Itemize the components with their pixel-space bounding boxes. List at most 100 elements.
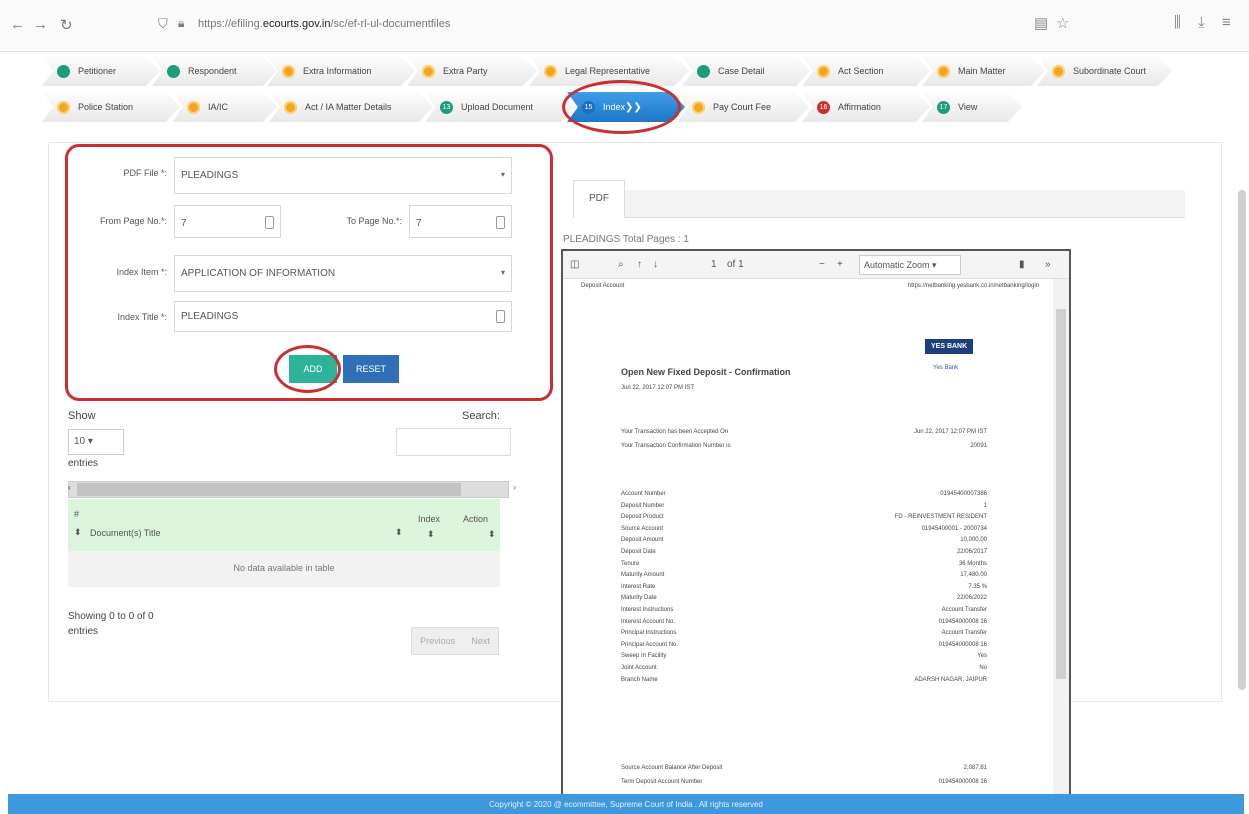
- col-number-header[interactable]: #: [74, 509, 79, 519]
- pdf-file-select[interactable]: PLEADINGS ▾: [174, 157, 512, 194]
- step-affirmation[interactable]: 16 Affirmation: [802, 92, 930, 122]
- search-input[interactable]: [396, 428, 511, 456]
- index-item-select[interactable]: APPLICATION OF INFORMATION ▾: [174, 255, 512, 292]
- entries-length-select[interactable]: 10 ▾: [68, 429, 124, 455]
- col-title-header[interactable]: Document(s) Title: [90, 528, 161, 538]
- spinner-icon[interactable]: [496, 216, 505, 229]
- library-icon[interactable]: ⫼: [1174, 14, 1181, 31]
- step-view[interactable]: 17 View: [922, 92, 1022, 122]
- arrow-up-icon[interactable]: ↑: [637, 259, 642, 270]
- col-action-header[interactable]: Action: [463, 514, 488, 524]
- step-extra-information[interactable]: Extra Information: [267, 56, 415, 86]
- table-horizontal-scrollbar[interactable]: ‹ ›: [68, 481, 516, 498]
- zoom-select[interactable]: Automatic Zoom ▾: [859, 255, 961, 275]
- doc-field-label: Deposit Date: [621, 549, 656, 555]
- page-scrollbar[interactable]: [1238, 190, 1246, 690]
- forward-icon[interactable]: →: [33, 16, 48, 33]
- step-respondent[interactable]: Respondent: [152, 56, 277, 86]
- arrow-down-icon[interactable]: ↓: [653, 259, 658, 270]
- bank-logo: YES BANK: [925, 339, 974, 354]
- zoom-out-icon[interactable]: −: [819, 259, 825, 270]
- step-label: Extra Information: [303, 66, 372, 76]
- col-index-header[interactable]: Index: [418, 514, 440, 524]
- back-icon[interactable]: ←: [10, 16, 25, 33]
- doc-field-value: No: [979, 665, 987, 671]
- step-label: Affirmation: [838, 102, 881, 112]
- search-label: Search:: [462, 410, 500, 422]
- step-upload-document[interactable]: 13 Upload Document: [425, 92, 575, 122]
- sort-icon: ⬍: [488, 529, 496, 539]
- step-police-station[interactable]: Police Station: [42, 92, 180, 122]
- scrollbar-thumb[interactable]: [77, 483, 461, 496]
- pdf-viewer-toolbar: ◫ ⌕ ↑ ↓ 1 of 1 − + Automatic Zoom ▾ ▮ »: [563, 251, 1069, 279]
- doc-field-label: Your Transaction Confirmation Number is: [621, 443, 731, 449]
- scroll-left-icon[interactable]: ‹: [68, 483, 71, 492]
- url-bar[interactable]: https://efiling.ecourts.gov.in/sc/ef-rl-…: [198, 18, 450, 30]
- step-extra-party[interactable]: Extra Party: [407, 56, 537, 86]
- tools-chevron-icon[interactable]: »: [1045, 259, 1051, 270]
- page-count: of 1: [727, 259, 744, 270]
- spinner-icon[interactable]: [265, 216, 274, 229]
- from-page-input[interactable]: 7: [174, 205, 281, 238]
- doc-field-label: Maturity Amount: [621, 572, 665, 579]
- step-label: Subordinate Court: [1073, 66, 1147, 76]
- spinner-icon[interactable]: [496, 310, 505, 323]
- step-pay-court-fee[interactable]: Pay Court Fee: [677, 92, 809, 122]
- next-page-button[interactable]: Next: [471, 636, 490, 646]
- highlight-circle-index-step: [562, 80, 681, 134]
- step-status-icon: [937, 65, 950, 78]
- doc-title: Open New Fixed Deposit - Confirmation: [621, 367, 791, 377]
- entries-label: entries: [68, 458, 99, 469]
- previous-page-button[interactable]: Previous: [420, 636, 455, 646]
- step-status-icon: [57, 65, 70, 78]
- lock-icon[interactable]: 🔒︎: [178, 16, 184, 31]
- search-icon[interactable]: ⌕: [618, 259, 624, 270]
- chevron-down-icon: ▾: [500, 268, 505, 277]
- doc-field-value: 01945400001 - 2000734: [921, 525, 987, 532]
- step-petitioner[interactable]: Petitioner: [42, 56, 160, 86]
- scrollbar-thumb[interactable]: [1056, 309, 1066, 679]
- step-label: Act / IA Matter Details: [305, 102, 392, 112]
- index-title-input[interactable]: PLEADINGS: [174, 301, 512, 332]
- reader-icon[interactable]: ▤: [1034, 14, 1048, 32]
- sort-icon: ⬍: [395, 527, 403, 537]
- doc-field-value: 22/06/2017: [956, 549, 987, 555]
- pdf-page: Deposit Account https://netbanking.yesba…: [577, 281, 1047, 809]
- shield-icon[interactable]: ⛉: [158, 16, 168, 32]
- reload-icon[interactable]: ↻: [60, 16, 73, 34]
- doc-field-label: Account Number: [621, 491, 666, 497]
- to-page-input[interactable]: 7: [409, 205, 512, 238]
- reset-button[interactable]: RESET: [343, 355, 399, 383]
- step-act-ia-matter-details[interactable]: Act / IA Matter Details: [269, 92, 433, 122]
- tab-pdf[interactable]: PDF: [573, 180, 625, 218]
- bookmark-star-icon[interactable]: ☆: [1056, 14, 1069, 32]
- table-header: # ⬍ Document(s) Title ⬍ Index ⬍ Action ⬍: [68, 499, 500, 551]
- sort-icon: ⬍: [74, 527, 82, 537]
- zoom-in-icon[interactable]: +: [837, 259, 843, 270]
- doc-field-label: Maturity Date: [621, 595, 657, 602]
- doc-field-label: Interest Account No.: [621, 618, 676, 625]
- index-item-label: Index Item *:: [116, 267, 167, 277]
- doc-subtitle: Jun 22, 2017 12:07 PM IST: [621, 385, 695, 391]
- bookmark-icon[interactable]: ▮: [1019, 259, 1025, 270]
- doc-field-label: Term Deposit Account Number: [621, 779, 703, 785]
- index-title-label: Index Title *:: [117, 312, 167, 322]
- download-icon[interactable]: ⤓: [1198, 14, 1205, 31]
- doc-field-value: 10,000.00: [960, 537, 987, 544]
- pagination: Previous Next: [411, 627, 499, 655]
- to-page-value: 7: [416, 218, 422, 229]
- sidebar-toggle-icon[interactable]: ◫: [570, 259, 579, 270]
- step-act-section[interactable]: Act Section: [802, 56, 930, 86]
- scroll-right-icon[interactable]: ›: [513, 483, 516, 492]
- step-subordinate-court[interactable]: Subordinate Court: [1037, 56, 1172, 86]
- page-number-input[interactable]: 1: [711, 259, 717, 270]
- to-page-label: To Page No.*:: [346, 216, 402, 226]
- doc-field-label: Interest Rate: [621, 583, 656, 590]
- pdf-vertical-scrollbar[interactable]: [1053, 279, 1069, 809]
- step-label: IA/IC: [208, 102, 229, 112]
- step-ia-ic[interactable]: IA/IC: [172, 92, 277, 122]
- menu-icon[interactable]: ≡: [1222, 14, 1231, 31]
- step-case-detail[interactable]: Case Detail: [682, 56, 810, 86]
- step-main-matter[interactable]: Main Matter: [922, 56, 1045, 86]
- step-status-icon: 13: [440, 101, 453, 114]
